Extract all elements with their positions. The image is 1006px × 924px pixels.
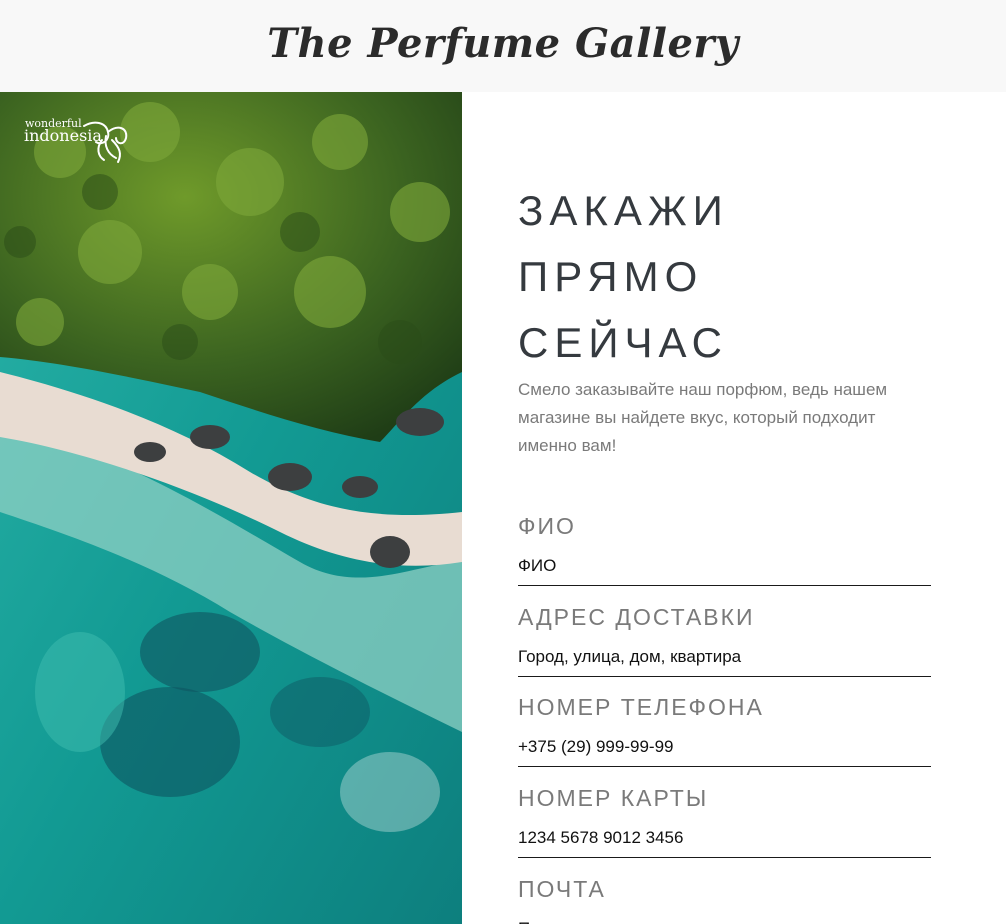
card-number-label: НОМЕР КАРТЫ xyxy=(518,785,709,811)
phone-input[interactable] xyxy=(518,735,931,767)
heading-line-1: ЗАКАЖИ xyxy=(518,187,729,234)
full-name-label: ФИО xyxy=(518,513,576,539)
heading-line-3: СЕЙЧАС xyxy=(518,319,728,366)
phone-label: НОМЕР ТЕЛЕФОНА xyxy=(518,694,764,720)
bird-of-paradise-icon xyxy=(83,121,128,163)
hero-image: wonderful indonesia xyxy=(0,92,462,924)
card-number-field-group: НОМЕР КАРТЫ xyxy=(518,784,931,858)
email-field-group: ПОЧТА xyxy=(518,875,931,924)
heading-line-2: ПРЯМО xyxy=(518,253,704,300)
order-panel: ЗАКАЖИ ПРЯМО СЕЙЧАС Смело заказывайте на… xyxy=(462,92,1006,924)
email-input[interactable] xyxy=(518,917,931,924)
site-title: The Perfume Gallery xyxy=(267,19,739,67)
full-name-input[interactable] xyxy=(518,554,931,586)
aerial-coast-photo xyxy=(0,92,462,924)
address-field-group: АДРЕС ДОСТАВКИ xyxy=(518,603,931,677)
phone-field-group: НОМЕР ТЕЛЕФОНА xyxy=(518,693,931,767)
address-label: АДРЕС ДОСТАВКИ xyxy=(518,604,755,630)
address-input[interactable] xyxy=(518,645,931,677)
order-heading: ЗАКАЖИ ПРЯМО СЕЙЧАС xyxy=(518,178,938,376)
card-number-input[interactable] xyxy=(518,826,931,858)
site-header: The Perfume Gallery xyxy=(0,0,1006,92)
order-description: Смело заказывайте наш порфюм, ведь нашем… xyxy=(518,380,888,455)
email-label: ПОЧТА xyxy=(518,876,606,902)
full-name-field-group: ФИО xyxy=(518,512,931,586)
